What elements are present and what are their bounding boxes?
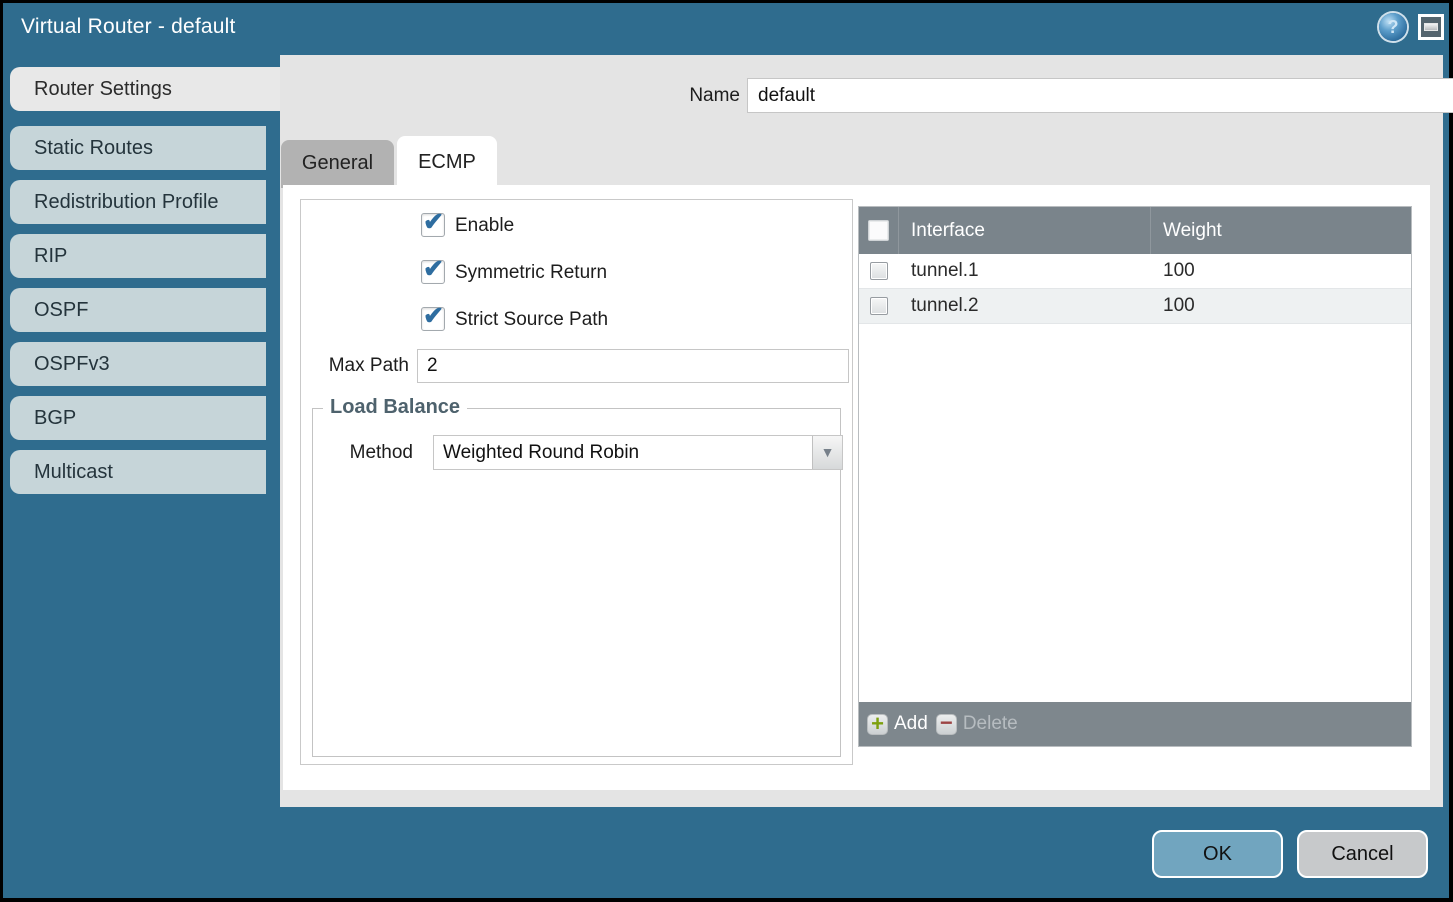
sidebar-item-multicast[interactable]: Multicast — [10, 450, 266, 494]
method-dropdown[interactable]: Weighted Round Robin ▼ — [433, 435, 843, 470]
add-button-label: Add — [894, 713, 928, 735]
load-balance-legend: Load Balance — [323, 396, 467, 419]
check-icon: ✔ — [423, 302, 444, 330]
select-all-checkbox[interactable] — [868, 220, 889, 241]
sidebar-item-bgp[interactable]: BGP — [10, 396, 266, 440]
window-icon[interactable] — [1418, 14, 1444, 40]
weight-header-label: Weight — [1163, 220, 1222, 241]
name-label: Name — [630, 78, 740, 113]
strict-source-path-checkbox[interactable]: ✔ — [421, 307, 445, 331]
sidebar-item-static-routes[interactable]: Static Routes — [10, 126, 266, 170]
method-label: Method — [323, 435, 413, 470]
table-footer: + Add − Delete — [859, 702, 1411, 746]
ecmp-settings-pane: ✔ Enable ✔ Symmetric Return ✔ Strict Sou… — [300, 199, 853, 765]
help-icon[interactable]: ? — [1379, 13, 1407, 41]
max-path-label: Max Path — [311, 349, 409, 383]
chevron-down-icon: ▼ — [821, 444, 835, 460]
row-checkbox[interactable] — [870, 262, 888, 280]
interface-cell: tunnel.1 — [899, 260, 1151, 282]
row-checkbox-cell — [859, 254, 899, 288]
weight-cell: 100 — [1151, 295, 1411, 317]
method-value: Weighted Round Robin — [443, 436, 810, 469]
cancel-button[interactable]: Cancel — [1297, 830, 1428, 878]
interface-table: Interface Weight tunnel.1 100 — [858, 206, 1412, 747]
symmetric-return-label: Symmetric Return — [455, 260, 607, 286]
check-icon: ✔ — [423, 208, 444, 236]
delete-button[interactable]: − Delete — [936, 713, 1018, 735]
sidebar-item-ospf[interactable]: OSPF — [10, 288, 266, 332]
weight-column-header: Weight — [1151, 220, 1411, 242]
delete-icon: − — [936, 714, 957, 735]
sidebar-item-router-settings[interactable]: Router Settings — [10, 67, 280, 111]
row-checkbox-cell — [859, 289, 899, 323]
window-icon-inner — [1424, 23, 1438, 31]
check-icon: ✔ — [423, 255, 444, 283]
ecmp-panel: ✔ Enable ✔ Symmetric Return ✔ Strict Sou… — [283, 185, 1430, 790]
table-row[interactable]: tunnel.1 100 — [859, 254, 1411, 289]
table-row[interactable]: tunnel.2 100 — [859, 289, 1411, 324]
minus-glyph: − — [937, 715, 956, 731]
max-path-input[interactable] — [417, 349, 849, 383]
title-bar: Virtual Router - default ? — [3, 3, 1449, 55]
header-checkbox-cell — [859, 207, 899, 254]
enable-label: Enable — [455, 213, 514, 239]
load-balance-fieldset: Load Balance Method Weighted Round Robin… — [312, 408, 841, 757]
table-empty-area — [859, 324, 1411, 702]
dialog-frame: Virtual Router - default ? Router Settin… — [3, 3, 1449, 898]
interface-cell: tunnel.2 — [899, 295, 1151, 317]
method-dropdown-button[interactable]: ▼ — [812, 436, 842, 469]
ok-button[interactable]: OK — [1152, 830, 1283, 878]
delete-button-label: Delete — [963, 713, 1018, 735]
sidebar-item-redistribution-profile[interactable]: Redistribution Profile — [10, 180, 266, 224]
sidebar-item-ospfv3[interactable]: OSPFv3 — [10, 342, 266, 386]
plus-glyph: + — [868, 715, 887, 732]
tab-general[interactable]: General — [281, 140, 394, 188]
interface-column-header: Interface — [899, 207, 1151, 254]
sidebar-item-rip[interactable]: RIP — [10, 234, 266, 278]
tab-ecmp[interactable]: ECMP — [397, 136, 497, 188]
symmetric-return-checkbox[interactable]: ✔ — [421, 260, 445, 284]
dialog-body: Name General ECMP ✔ Enable ✔ Symmetric R… — [280, 55, 1443, 807]
dialog-title: Virtual Router - default — [21, 15, 236, 39]
name-input[interactable] — [747, 78, 1453, 113]
add-button[interactable]: + Add — [867, 713, 928, 735]
strict-source-path-label: Strict Source Path — [455, 307, 608, 333]
weight-cell: 100 — [1151, 260, 1411, 282]
enable-checkbox[interactable]: ✔ — [421, 213, 445, 237]
row-checkbox[interactable] — [870, 297, 888, 315]
interface-header-label: Interface — [911, 220, 985, 241]
table-header: Interface Weight — [859, 207, 1411, 254]
add-icon: + — [867, 714, 888, 735]
